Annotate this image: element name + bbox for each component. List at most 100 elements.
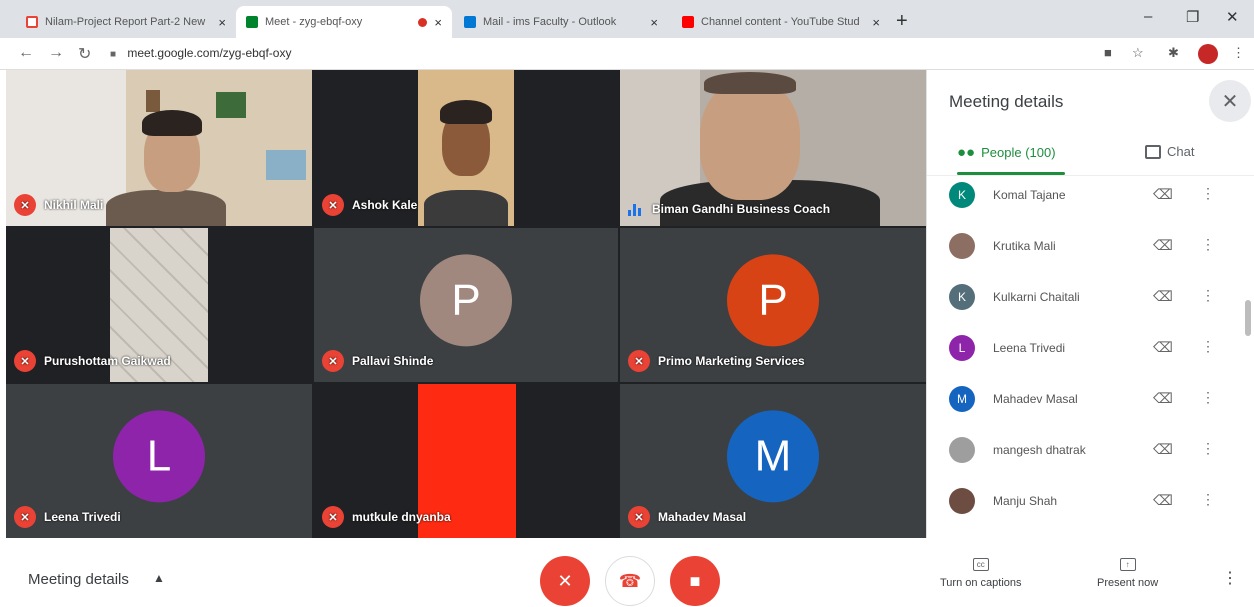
mic-off-icon[interactable]: ⌫ [1153, 492, 1173, 509]
camera-toggle-button[interactable]: ■ [670, 556, 720, 606]
tab-meet[interactable]: Meet - zyg-ebqf-oxy × [236, 6, 452, 38]
tab-outlook[interactable]: Mail - ims Faculty - Outlook × [454, 6, 668, 38]
new-tab-button[interactable]: + [896, 10, 908, 33]
mic-off-icon[interactable]: ⌫ [1153, 441, 1173, 458]
close-icon[interactable]: ✕ [1209, 80, 1251, 122]
present-now-button[interactable]: ↑ Present now [1097, 558, 1158, 589]
participant-name: ✕ Leena Trivedi [14, 506, 121, 528]
mic-off-icon[interactable]: ⌫ [1153, 390, 1173, 407]
mic-off-icon: ✕ [628, 506, 650, 528]
picture-frame [266, 150, 306, 180]
person-face [700, 80, 800, 200]
participant-tile[interactable]: ✕ Nikhil Mali [6, 70, 312, 226]
chevron-up-icon[interactable]: ▲ [153, 571, 165, 585]
recording-icon [418, 17, 428, 27]
close-icon[interactable]: × [434, 15, 442, 30]
extensions-icon[interactable]: ✱ [1168, 45, 1179, 61]
more-options-icon[interactable]: ⋮ [1201, 236, 1215, 253]
mic-off-icon[interactable]: ⌫ [1153, 288, 1173, 305]
more-options-icon[interactable]: ⋮ [1201, 389, 1215, 406]
participant-name: ✕ Nikhil Mali [14, 194, 103, 216]
captions-button[interactable]: cc Turn on captions [940, 558, 1022, 589]
leave-call-button[interactable]: ☎ [605, 556, 655, 606]
mic-off-icon: ✕ [322, 350, 344, 372]
youtube-icon [682, 16, 694, 28]
list-item[interactable]: K Komal Tajane ⌫ ⋮ [927, 176, 1254, 227]
star-icon[interactable]: ☆ [1132, 45, 1144, 61]
reload-icon[interactable]: ↻ [78, 44, 91, 64]
forward-icon[interactable]: → [48, 44, 64, 62]
restore-icon[interactable]: ❐ [1186, 8, 1199, 26]
participant-name: ✕ mutkule dnyanba [322, 506, 451, 528]
plant [216, 92, 246, 118]
tab-chat[interactable]: Chat [1145, 144, 1194, 159]
person-hair [440, 100, 492, 124]
bottom-toolbar: Meeting details ▲ ✕ ☎ ■ cc Turn on capti… [0, 538, 1254, 607]
list-item[interactable]: Krutika Mali ⌫ ⋮ [927, 227, 1254, 278]
participant-name: Manju Shah [993, 494, 1058, 508]
scrollbar[interactable] [1245, 300, 1251, 336]
avatar: M [949, 386, 975, 412]
profile-avatar[interactable] [1198, 44, 1218, 64]
gmail-icon [26, 16, 38, 28]
camera-indicator-icon[interactable]: ■ [1104, 45, 1112, 60]
list-item[interactable]: L Leena Trivedi ⌫ ⋮ [927, 329, 1254, 380]
browser-menu-icon[interactable]: ⋮ [1232, 45, 1245, 61]
person-body [106, 190, 226, 226]
mic-off-icon[interactable]: ⌫ [1153, 237, 1173, 254]
mic-off-icon: ✕ [14, 194, 36, 216]
meeting-details-button[interactable]: Meeting details [28, 571, 129, 588]
shelf-item [146, 90, 160, 112]
participant-tile[interactable]: ✕ mutkule dnyanba [314, 384, 618, 538]
participant-name: ✕ Purushottam Gaikwad [14, 350, 171, 372]
list-item[interactable]: K Kulkarni Chaitali ⌫ ⋮ [927, 278, 1254, 329]
avatar [949, 488, 975, 514]
captions-icon: cc [972, 558, 989, 571]
minimize-icon[interactable]: – [1144, 8, 1152, 25]
mic-off-icon: ✕ [322, 194, 344, 216]
participant-tile[interactable]: M ✕ Mahadev Masal [620, 384, 926, 538]
mic-off-icon: ✕ [557, 570, 573, 591]
close-icon[interactable]: × [650, 15, 658, 30]
tab-youtube[interactable]: Channel content - YouTube Stud × [672, 6, 890, 38]
mic-off-icon: ✕ [628, 350, 650, 372]
close-icon[interactable]: × [872, 15, 880, 30]
participant-tile[interactable]: Biman Gandhi Business Coach [620, 70, 926, 226]
mic-off-icon[interactable]: ⌫ [1153, 186, 1173, 203]
person-body [424, 190, 508, 226]
window-close-icon[interactable]: ✕ [1226, 8, 1239, 26]
back-icon[interactable]: ← [18, 44, 34, 62]
panel-title: Meeting details [949, 92, 1064, 111]
more-options-icon[interactable]: ⋮ [1201, 491, 1215, 508]
more-options-icon[interactable]: ⋮ [1222, 568, 1238, 588]
avatar: P [727, 254, 819, 347]
url-field[interactable]: ■ meet.google.com/zyg-ebqf-oxy [110, 46, 291, 60]
close-icon[interactable]: × [218, 15, 226, 30]
people-icon: ●● [957, 144, 976, 161]
more-options-icon[interactable]: ⋮ [1201, 440, 1215, 457]
participant-tile[interactable]: P ✕ Primo Marketing Services [620, 228, 926, 382]
tab-gmail[interactable]: Nilam-Project Report Part-2 New × [16, 6, 236, 38]
participant-tile[interactable]: ✕ Purushottam Gaikwad [6, 228, 312, 382]
avatar: M [727, 410, 819, 503]
url-text: meet.google.com/zyg-ebqf-oxy [127, 46, 292, 60]
tab-people[interactable]: ●● People (100) [957, 144, 1056, 161]
participant-name: ✕ Mahadev Masal [628, 506, 746, 528]
list-item[interactable]: mangesh dhatrak ⌫ ⋮ [927, 431, 1254, 482]
browser-tab-bar: Nilam-Project Report Part-2 New × Meet -… [0, 0, 1254, 38]
more-options-icon[interactable]: ⋮ [1201, 185, 1215, 202]
participant-name: mangesh dhatrak [993, 443, 1086, 457]
list-item[interactable]: Manju Shah ⌫ ⋮ [927, 482, 1254, 533]
avatar: K [949, 182, 975, 208]
participant-tile[interactable]: L ✕ Leena Trivedi [6, 384, 312, 538]
mic-toggle-button[interactable]: ✕ [540, 556, 590, 606]
participant-tile[interactable]: P ✕ Pallavi Shinde [314, 228, 618, 382]
more-options-icon[interactable]: ⋮ [1201, 338, 1215, 355]
mic-off-icon[interactable]: ⌫ [1153, 339, 1173, 356]
participant-tile[interactable]: ✕ Ashok Kale [314, 70, 618, 226]
more-options-icon[interactable]: ⋮ [1201, 287, 1215, 304]
mic-off-icon: ✕ [14, 506, 36, 528]
person-hair [704, 72, 796, 94]
list-item[interactable]: M Mahadev Masal ⌫ ⋮ [927, 380, 1254, 431]
participant-name: ✕ Ashok Kale [322, 194, 417, 216]
